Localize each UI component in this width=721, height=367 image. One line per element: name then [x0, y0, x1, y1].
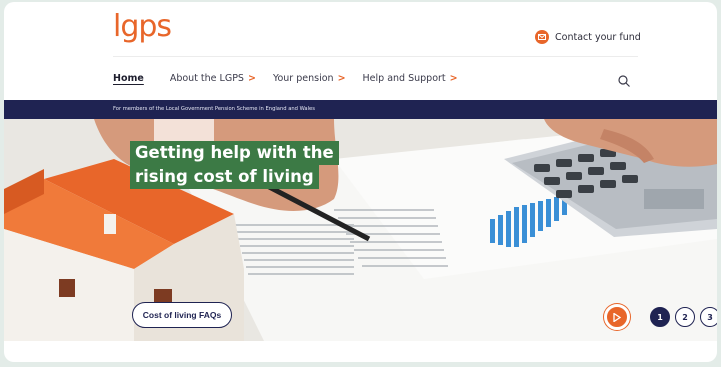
nav-label: Help and Support — [362, 73, 446, 84]
headline-line-1: Getting help with the — [130, 141, 339, 165]
chevron-right-icon: > — [247, 73, 256, 84]
nav-item-help-and-support[interactable]: Help and Support > — [363, 73, 458, 84]
chevron-right-icon: > — [449, 73, 458, 84]
search-icon[interactable] — [617, 73, 631, 87]
main-nav: Home About the LGPS > Your pension > Help … — [113, 73, 475, 84]
cost-of-living-faqs-button[interactable]: Cost of living FAQs — [132, 302, 232, 328]
membership-banner: For members of the Local Government Pens… — [4, 100, 717, 119]
slide-dot-1[interactable]: 1 — [650, 307, 670, 327]
headline-line-2: rising cost of living — [130, 165, 319, 189]
carousel-controls: 1 2 3 — [604, 304, 717, 330]
chevron-right-icon: > — [337, 73, 346, 84]
nav-item-home[interactable]: Home — [113, 73, 144, 84]
nav-item-about-the-lgps[interactable]: About the LGPS > — [170, 73, 256, 84]
lgps-logo[interactable]: lgps — [113, 10, 172, 44]
contact-label: Contact your fund — [555, 31, 641, 43]
contact-your-fund-link[interactable]: Contact your fund — [535, 30, 641, 44]
page-frame: lgps Contact your fund Home About the LG… — [4, 2, 717, 362]
play-icon[interactable] — [604, 304, 630, 330]
nav-item-your-pension[interactable]: Your pension > — [273, 73, 346, 84]
nav-label: Your pension — [272, 73, 334, 84]
nav-label: About the LGPS — [169, 73, 244, 84]
slide-dot-2[interactable]: 2 — [675, 307, 695, 327]
hero-carousel: Getting help with the rising cost of liv… — [4, 119, 717, 341]
mail-icon — [535, 30, 549, 44]
slide-dot-3[interactable]: 3 — [700, 307, 717, 327]
header-divider — [113, 56, 638, 57]
hero-headline: Getting help with the rising cost of liv… — [130, 141, 339, 189]
